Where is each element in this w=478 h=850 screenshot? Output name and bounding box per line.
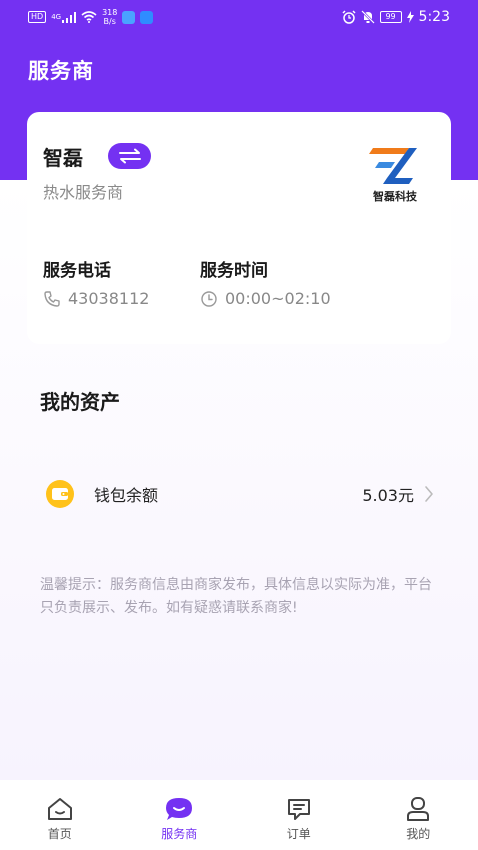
wallet-balance-value: 5.03元 [362,486,414,505]
wallet-balance-label: 钱包余额 [94,486,159,505]
service-phone-label: 服务电话 [43,261,111,281]
wifi-icon [81,11,97,23]
battery-indicator: 99 [379,11,402,23]
signal-icon: 4G [51,11,77,23]
net-speed: 318 B/s [102,8,117,26]
app-notification-icon [122,10,136,24]
service-time: 00:00~02:10 [200,289,331,308]
notice-text: 温馨提示：服务商信息由商家发布，具体信息以实际为准，平台只负责展示、发布。如有疑… [40,577,432,616]
status-bar: HD 4G 318 B/s 99 5:23 [0,0,478,34]
tab-orders-label: 订单 [286,827,311,841]
status-time: 5:23 [418,9,450,25]
tab-home[interactable]: 首页 [0,780,120,850]
profile-icon [407,797,430,821]
tab-profile[interactable]: 我的 [359,780,478,850]
tab-orders[interactable]: 订单 [239,780,359,850]
chat-bubble-icon [166,798,193,820]
alarm-icon [342,10,356,24]
tab-profile-label: 我的 [406,827,431,841]
page-title: 服务商 [28,59,94,83]
logo-mark-icon [369,148,417,184]
service-time-label: 服务时间 [200,261,268,281]
wallet-balance-row[interactable]: 钱包余额 5.03元 [28,463,452,525]
switch-merchant-button[interactable] [108,143,151,169]
swap-icon [118,148,141,164]
merchant-name: 智磊 [43,146,83,170]
charging-icon [406,11,414,23]
mute-icon [360,10,375,24]
merchant-subtitle: 热水服务商 [43,183,124,202]
tab-merchant[interactable]: 服务商 [120,780,240,850]
logo-text: 智磊科技 [373,190,417,203]
phone-icon [44,290,60,307]
clock-icon [201,290,217,307]
merchant-card: 智磊 热水服务商 智磊科技 服务电话 43038112 服务时间 00:00~0… [27,112,451,344]
tab-home-label: 首页 [47,827,72,841]
wallet-icon [46,480,74,508]
cloud-notification-icon [140,10,154,24]
assets-title: 我的资产 [40,390,120,414]
tab-merchant-label: 服务商 [161,827,198,841]
net-speed-value: 318 [102,8,118,17]
service-phone-value: 43038112 [68,289,150,308]
service-phone[interactable]: 43038112 [43,289,149,308]
bottom-tab-bar: 首页 服务商 订单 我的 [0,780,478,850]
network-type: 4G [51,13,62,21]
net-speed-unit: B/s [103,17,116,26]
merchant-logo: 智磊科技 [365,144,425,204]
home-icon [47,798,72,820]
order-icon [287,799,310,820]
hd-badge: HD [28,11,47,23]
chevron-right-icon [424,485,434,503]
service-time-value: 00:00~02:10 [225,289,331,308]
